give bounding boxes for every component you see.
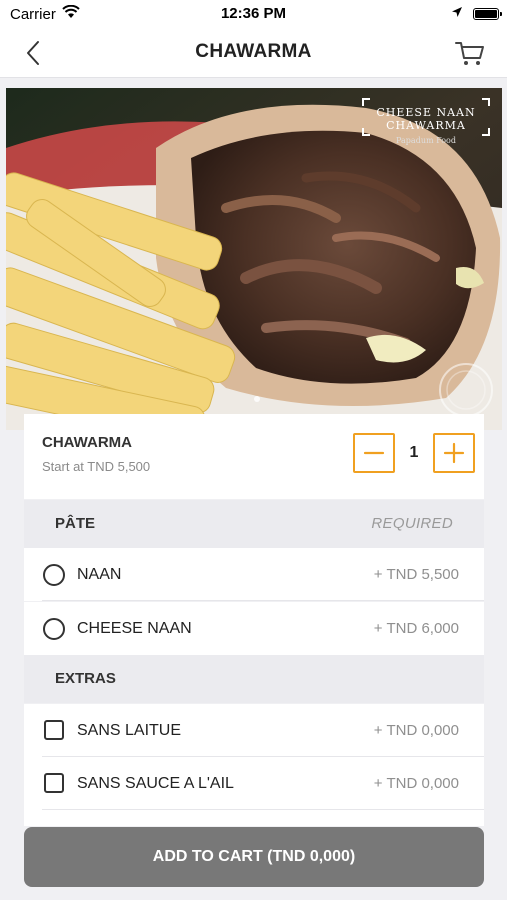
image-watermark: CHEESE NAAN CHAWARMA Papadum Food <box>362 98 490 145</box>
option-price: + TND 0,000 <box>373 775 459 792</box>
plus-icon <box>443 442 465 464</box>
divider <box>42 600 484 601</box>
quantity-value: 1 <box>409 444 419 461</box>
location-arrow-icon <box>451 5 463 22</box>
nav-bar: CHAWARMA <box>0 28 507 78</box>
option-label: CHEESE NAAN <box>77 620 192 637</box>
watermark-subtitle: Papadum Food <box>396 136 456 145</box>
required-tag: REQUIRED <box>371 515 453 532</box>
add-to-cart-button[interactable]: ADD TO CART (TND 0,000) <box>24 827 484 887</box>
radio-button[interactable] <box>43 564 65 586</box>
status-bar: Carrier 12:36 PM <box>0 0 507 28</box>
radio-button[interactable] <box>43 618 65 640</box>
product-image: CHEESE NAAN CHAWARMA Papadum Food <box>6 88 502 430</box>
option-naan[interactable]: NAAN + TND 5,500 <box>24 548 484 601</box>
option-row-partial <box>24 810 484 826</box>
option-label: SANS LAITUE <box>77 722 182 739</box>
cart-button[interactable] <box>453 38 487 68</box>
watermark-title: CHEESE NAAN CHAWARMA <box>376 106 476 132</box>
status-time: 12:36 PM <box>220 5 287 22</box>
section-header-pate: PÂTE REQUIRED <box>24 500 484 548</box>
page-title: CHAWARMA <box>195 41 312 62</box>
option-sans-laitue[interactable]: SANS LAITUE + TND 0,000 <box>24 704 484 757</box>
option-label: SANS SAUCE A L'AIL <box>77 775 234 792</box>
battery-icon <box>473 7 502 20</box>
section-title: EXTRAS <box>55 670 116 687</box>
option-price: + TND 6,000 <box>373 620 459 637</box>
carousel-dot <box>254 396 260 402</box>
product-start-price: Start at TND 5,500 <box>42 459 151 474</box>
option-cheese-naan[interactable]: CHEESE NAAN + TND 6,000 <box>24 602 484 655</box>
option-sans-sauce-ail[interactable]: SANS SAUCE A L'AIL + TND 0,000 <box>24 757 484 810</box>
option-price: + TND 0,000 <box>373 722 459 739</box>
checkbox[interactable] <box>44 773 64 793</box>
section-title: PÂTE <box>55 515 96 532</box>
minus-icon <box>363 451 385 455</box>
option-price: + TND 5,500 <box>373 566 459 583</box>
option-label: NAAN <box>77 566 122 583</box>
product-name: CHAWARMA <box>42 434 132 451</box>
status-right <box>451 5 502 22</box>
section-header-extras: EXTRAS <box>24 655 484 703</box>
increase-quantity-button[interactable] <box>433 433 475 473</box>
decrease-quantity-button[interactable] <box>353 433 395 473</box>
cart-icon <box>455 42 484 65</box>
checkbox[interactable] <box>44 720 64 740</box>
product-card: CHAWARMA Start at TND 5,500 1 <box>24 414 484 499</box>
